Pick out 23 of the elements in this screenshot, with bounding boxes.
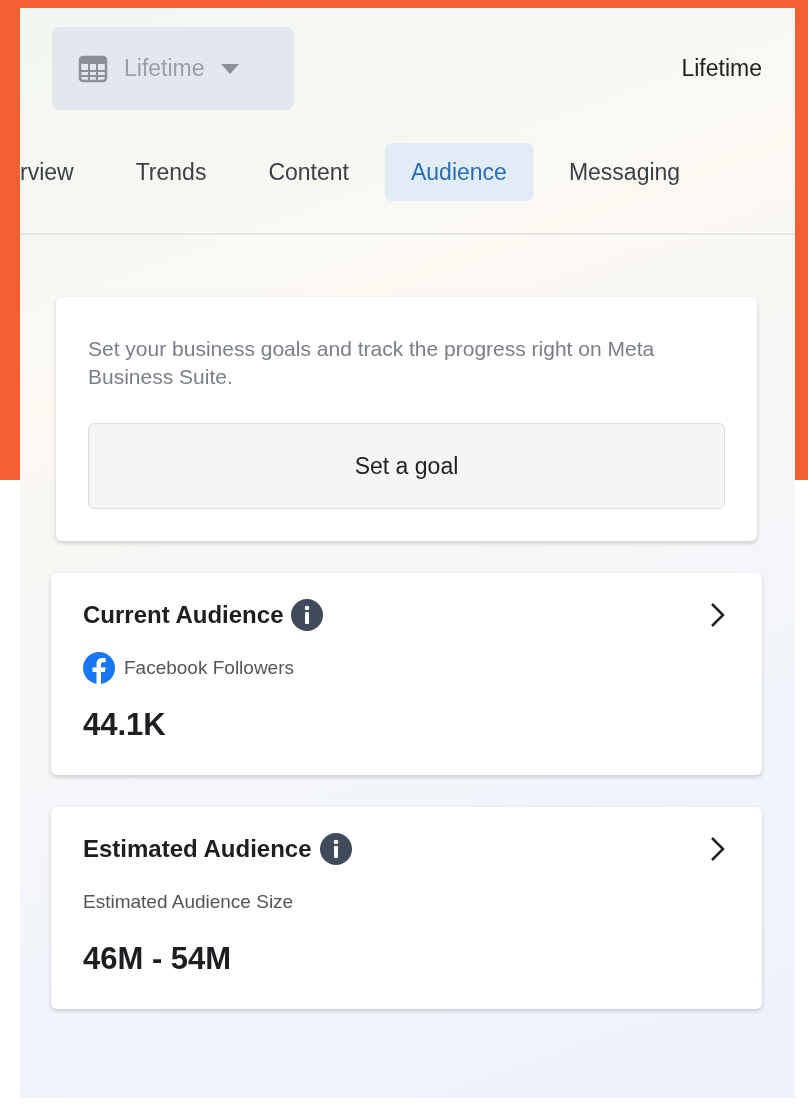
tab[interactable]: Trends	[109, 143, 233, 201]
calendar-icon	[78, 53, 108, 84]
metric-value: 44.1K	[83, 707, 167, 743]
tab[interactable]: Content	[242, 143, 375, 201]
card-title: Current Audience	[83, 601, 284, 629]
info-icon[interactable]	[291, 599, 324, 631]
range-label: Lifetime	[681, 55, 762, 82]
info-icon[interactable]	[319, 833, 352, 865]
metric-label: Facebook Followers	[124, 657, 295, 679]
tab[interactable]: Messaging	[542, 143, 707, 201]
goal-text: Set your business goals and track the progress right on Meta Business Suite.	[88, 336, 656, 390]
metric-label: Estimated Audience Size	[83, 891, 294, 913]
metric-value: 46M - 54M	[83, 941, 233, 977]
tab[interactable]: rview	[20, 143, 100, 201]
audience-card[interactable]: Current Audience Facebook Followers 44.1K	[51, 573, 762, 775]
chevron-right-icon[interactable]	[710, 836, 726, 862]
audience-card[interactable]: Estimated Audience Estimated Audience Size 46M - 54M	[51, 807, 762, 1009]
chevron-right-icon[interactable]	[710, 602, 726, 628]
tab[interactable]: Audience	[384, 143, 533, 201]
card-title: Estimated Audience	[83, 835, 312, 863]
facebook-logo-icon	[83, 652, 115, 684]
caret-icon	[220, 63, 239, 74]
set-goal-button[interactable]: Set a goal	[88, 423, 725, 509]
